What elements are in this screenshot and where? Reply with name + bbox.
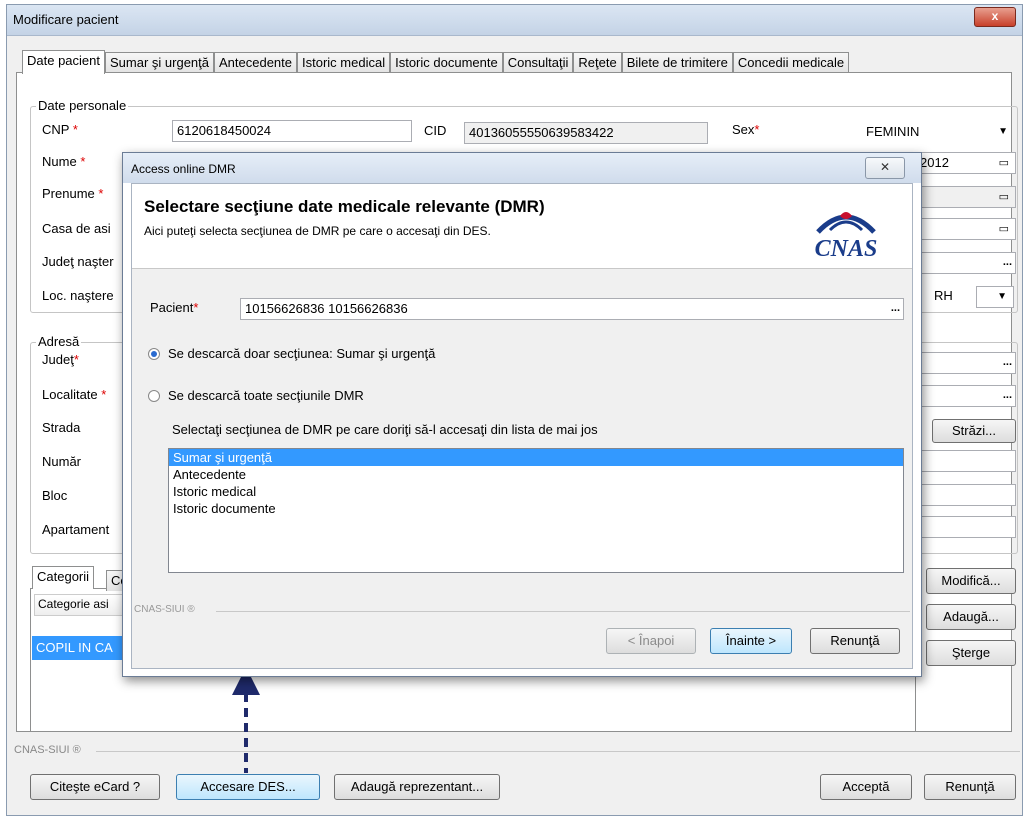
list-item-istoric-documente[interactable]: Istoric documente: [169, 500, 903, 517]
dialog-header: Selectare secţiune date medicale relevan…: [132, 184, 912, 269]
dialog-cancel-button[interactable]: Renunţă: [810, 628, 900, 654]
sex-label: Sex*: [732, 122, 760, 137]
radio-sumar-label: Se descarcă doar secţiunea: Sumar şi urg…: [168, 346, 436, 361]
add-representative-button[interactable]: Adaugă reprezentant...: [334, 774, 500, 800]
chevron-down-icon: ▼: [998, 126, 1008, 137]
category-column-header[interactable]: Categorie asi: [34, 594, 129, 616]
birth-date-field[interactable]: 2012 ▭: [916, 152, 1016, 174]
address-legend: Adresă: [36, 334, 82, 349]
cnas-emblem-icon: CNAS: [815, 212, 878, 262]
personal-data-legend: Date personale: [36, 98, 129, 113]
window-titlebar: Modificare pacient x: [7, 5, 1022, 36]
judet-nastere-label: Judeţ naşter: [42, 254, 114, 269]
window-title: Modificare pacient: [13, 12, 119, 27]
window-close-button[interactable]: x: [974, 7, 1016, 27]
list-item-sumar[interactable]: Sumar şi urgenţă: [169, 449, 903, 466]
tab-antecedente[interactable]: Antecedente: [214, 52, 298, 73]
dmr-dialog: Access online DMR ✕ Selectare secţiune d…: [122, 152, 922, 677]
date-field-2[interactable]: ▭: [916, 186, 1016, 208]
pacient-value: 10156626836 10156626836: [245, 301, 408, 316]
accesare-des-button[interactable]: Accesare DES...: [176, 774, 320, 800]
radio-toate-sectiunile[interactable]: [148, 390, 160, 402]
read-ecard-button[interactable]: Citeşte eCard ?: [30, 774, 160, 800]
judet-nastere-field[interactable]: ...: [916, 252, 1016, 274]
add-button[interactable]: Adaugă...: [926, 604, 1016, 630]
cancel-button[interactable]: Renunţă: [924, 774, 1016, 800]
radio-sumar-urgenta[interactable]: [148, 348, 160, 360]
rh-select[interactable]: ▼: [976, 286, 1014, 308]
dialog-footer-divider: [216, 611, 910, 612]
tab-categorii[interactable]: Categorii: [32, 566, 95, 589]
bloc-field[interactable]: [916, 484, 1016, 506]
next-button[interactable]: Înainte >: [710, 628, 792, 654]
modify-button[interactable]: Modifică...: [926, 568, 1016, 594]
list-item-antecedente[interactable]: Antecedente: [169, 466, 903, 483]
radio-toate-label: Se descarcă toate secţiunile DMR: [168, 388, 364, 403]
birth-date-value: 2012: [920, 155, 949, 170]
nume-label: Nume *: [42, 154, 86, 169]
dialog-body: Selectare secţiune date medicale relevan…: [131, 183, 913, 669]
cnas-logo: CNAS: [800, 194, 892, 262]
casa-label: Casa de asi: [42, 221, 111, 236]
ellipsis-icon: ...: [890, 302, 900, 314]
category-row[interactable]: COPIL IN CA: [32, 636, 128, 660]
section-listbox[interactable]: Sumar şi urgenţă Antecedente Istoric med…: [168, 448, 904, 573]
bloc-label: Bloc: [42, 488, 68, 503]
main-tabs: Date pacient Sumar şi urgenţă Antecedent…: [22, 50, 850, 74]
list-prompt: Selectaţi secţiunea de DMR pe care doriţ…: [172, 422, 598, 437]
dialog-titlebar: Access online DMR ✕: [123, 153, 921, 183]
cid-label: CID: [424, 123, 447, 138]
pacient-field[interactable]: 10156626836 10156626836...: [240, 298, 904, 320]
pacient-label: Pacient*: [150, 300, 199, 315]
accept-button[interactable]: Acceptă: [820, 774, 912, 800]
annotation-arrow-icon: [232, 667, 260, 773]
dialog-close-button[interactable]: ✕: [865, 157, 905, 179]
ellipsis-icon: ...: [1002, 356, 1012, 368]
sex-value: FEMININ: [866, 124, 920, 139]
tab-date-pacient[interactable]: Date pacient: [22, 50, 105, 74]
apartament-label: Apartament: [42, 522, 110, 537]
chevron-down-icon: ▼: [997, 291, 1007, 302]
list-item-istoric-medical[interactable]: Istoric medical: [169, 483, 903, 500]
calendar-icon: ▭: [998, 223, 1009, 235]
tab-bilete-trimitere[interactable]: Bilete de trimitere: [621, 52, 733, 73]
dialog-title: Access online DMR: [131, 162, 236, 176]
calendar-icon: ▭: [998, 191, 1009, 203]
ellipsis-icon: ...: [1002, 256, 1012, 268]
tab-concedii-medicale[interactable]: Concedii medicale: [732, 52, 850, 73]
sex-select[interactable]: FEMININ ▼: [862, 122, 1014, 144]
date-field-3[interactable]: ▭: [916, 218, 1016, 240]
dialog-subheading: Aici puteţi selecta secţiunea de DMR pe …: [144, 224, 491, 238]
cid-field[interactable]: 40136055550639583422: [464, 122, 708, 144]
strada-label: Strada: [42, 420, 81, 435]
dialog-heading: Selectare secţiune date medicale relevan…: [144, 197, 545, 216]
tab-istoric-documente[interactable]: Istoric documente: [390, 52, 503, 73]
loc-nastere-label: Loc. naştere: [42, 288, 114, 303]
numar-label: Număr: [42, 454, 82, 469]
back-button[interactable]: < Înapoi: [606, 628, 696, 654]
tab-retete[interactable]: Reţete: [573, 52, 622, 73]
prenume-label: Prenume *: [42, 186, 104, 201]
tab-istoric-medical[interactable]: Istoric medical: [297, 52, 391, 73]
judet-field[interactable]: ...: [916, 352, 1016, 374]
cnp-field[interactable]: 6120618450024: [172, 120, 412, 142]
delete-button[interactable]: Şterge: [926, 640, 1016, 666]
localitate-label: Localitate *: [42, 387, 107, 402]
localitate-field[interactable]: ...: [916, 385, 1016, 407]
dialog-footer-caption: CNAS-SIUI ®: [134, 604, 195, 615]
rh-label: RH: [934, 288, 953, 303]
numar-field[interactable]: [916, 450, 1016, 472]
strazi-button[interactable]: Străzi...: [932, 419, 1016, 443]
tab-consultatii[interactable]: Consultaţii: [502, 52, 574, 73]
footer-caption: CNAS-SIUI ®: [14, 744, 81, 756]
ellipsis-icon: ...: [1002, 389, 1012, 401]
tab-sumar-urgenta[interactable]: Sumar şi urgenţă: [105, 52, 214, 73]
calendar-icon: ▭: [998, 157, 1009, 169]
judet-label: Judeţ*: [42, 352, 79, 367]
apartament-field[interactable]: [916, 516, 1016, 538]
svg-text:CNAS: CNAS: [815, 236, 878, 260]
cnp-label: CNP *: [42, 122, 78, 137]
